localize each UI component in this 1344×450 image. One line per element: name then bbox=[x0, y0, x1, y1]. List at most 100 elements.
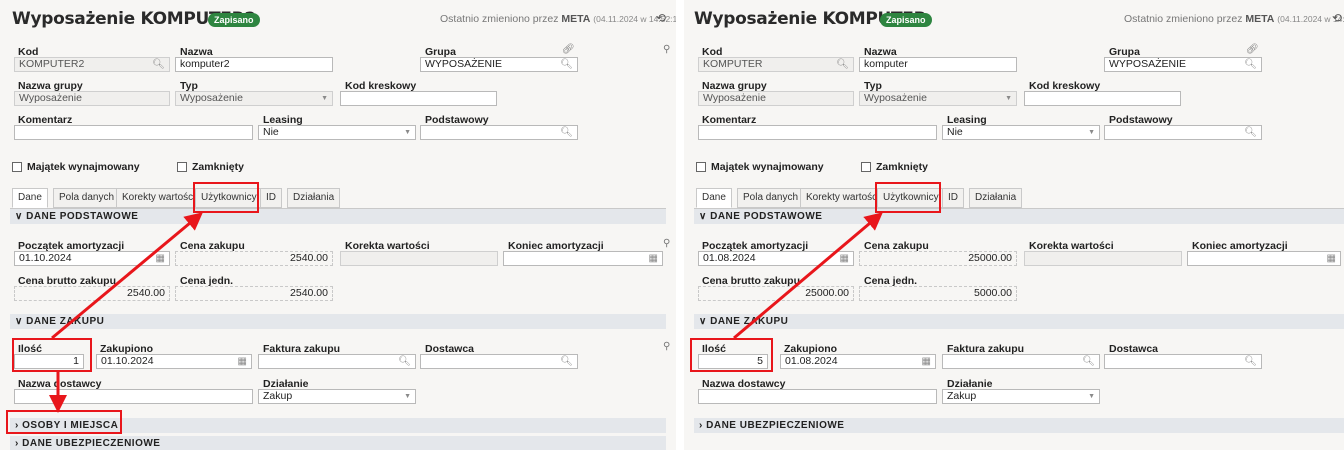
section-dane-ubezpieczeniowe[interactable]: › DANE UBEZPIECZENIOWE bbox=[10, 436, 666, 450]
chevron-down-icon: ∨ bbox=[699, 316, 707, 327]
tab-dane[interactable]: Dane bbox=[12, 188, 48, 208]
pin-icon[interactable]: ⚲ bbox=[663, 238, 670, 249]
podstawowy-field[interactable]: 🔍︎ bbox=[1104, 125, 1262, 140]
koniec-date[interactable]: ▦ bbox=[1187, 251, 1341, 266]
dropdown-arrow-icon[interactable]: ▼ bbox=[1088, 390, 1095, 403]
leasing-select[interactable]: Nie ▼ bbox=[942, 125, 1100, 140]
kod-field[interactable]: KOMPUTER 🔍︎ bbox=[698, 57, 854, 72]
highlight-osoby-section bbox=[6, 410, 122, 434]
dostawca-field[interactable]: 🔍︎ bbox=[420, 354, 578, 369]
cena-jedn-field: 2540.00 bbox=[175, 286, 333, 301]
cena-brutto-field: 2540.00 bbox=[14, 286, 170, 301]
search-icon[interactable]: 🔍︎ bbox=[560, 355, 573, 368]
dropdown-arrow-icon[interactable]: ▼ bbox=[1005, 92, 1012, 105]
kod-field[interactable]: KOMPUTER2 🔍︎ bbox=[14, 57, 170, 72]
nazwa-grupy-field: Wyposażenie bbox=[14, 91, 170, 106]
tab-korekty-wartosci[interactable]: Korekty wartości bbox=[800, 188, 886, 208]
dropdown-arrow-icon[interactable]: ▼ bbox=[404, 390, 411, 403]
majatek-checkbox[interactable] bbox=[696, 162, 706, 172]
search-icon[interactable]: 🔍︎ bbox=[560, 126, 573, 139]
section-dane-ubezpieczeniowe[interactable]: › DANE UBEZPIECZENIOWE bbox=[694, 418, 1344, 433]
cena-zakupu-field: 2540.00 bbox=[175, 251, 333, 266]
section-dane-zakupu[interactable]: ∨ DANE ZAKUPU bbox=[10, 314, 666, 329]
calendar-icon[interactable]: ▦ bbox=[238, 355, 247, 368]
search-icon[interactable]: 🔍︎ bbox=[836, 58, 849, 71]
tab-pola-danych[interactable]: Pola danych bbox=[53, 188, 121, 208]
nazwa-dostawcy-field[interactable] bbox=[698, 389, 937, 404]
calendar-icon[interactable]: ▦ bbox=[649, 252, 658, 265]
cena-jedn-field: 5000.00 bbox=[859, 286, 1017, 301]
chevron-down-icon: ∨ bbox=[15, 211, 23, 222]
nazwa-dostawcy-field[interactable] bbox=[14, 389, 253, 404]
majatek-checkbox[interactable] bbox=[12, 162, 22, 172]
section-dane-zakupu[interactable]: ∨ DANE ZAKUPU bbox=[694, 314, 1344, 329]
poczatek-date[interactable]: 01.10.2024 ▦ bbox=[14, 251, 170, 266]
korekta-field bbox=[340, 251, 498, 266]
dostawca-field[interactable]: 🔍︎ bbox=[1104, 354, 1262, 369]
grupa-field[interactable]: WYPOSAŻENIE 🔍︎ bbox=[1104, 57, 1262, 72]
kod-kreskowy-field[interactable] bbox=[1024, 91, 1181, 106]
highlight-uzytkownicy-tab bbox=[875, 182, 941, 213]
calendar-icon[interactable]: ▦ bbox=[922, 355, 931, 368]
chevron-down-icon: ∨ bbox=[699, 211, 707, 222]
zamkniety-label: Zamknięty bbox=[876, 161, 928, 173]
dzialanie-select[interactable]: Zakup ▼ bbox=[258, 389, 416, 404]
search-icon[interactable]: 🔍︎ bbox=[398, 355, 411, 368]
faktura-field[interactable]: 🔍︎ bbox=[942, 354, 1100, 369]
chevron-right-icon: › bbox=[699, 420, 703, 431]
nazwa-grupy-field: Wyposażenie bbox=[698, 91, 854, 106]
equipment-form-left: Wyposażenie KOMPUTER2 Zapisano Ostatnio … bbox=[0, 0, 676, 450]
tab-pola-danych[interactable]: Pola danych bbox=[737, 188, 805, 208]
pin-icon[interactable]: ⚲ bbox=[663, 341, 670, 352]
podstawowy-field[interactable]: 🔍︎ bbox=[420, 125, 578, 140]
search-icon[interactable]: 🔍︎ bbox=[1244, 58, 1257, 71]
cena-brutto-field: 25000.00 bbox=[698, 286, 854, 301]
kod-kreskowy-field[interactable] bbox=[340, 91, 497, 106]
majatek-label: Majątek wynajmowany bbox=[711, 161, 824, 173]
tab-dzialania[interactable]: Działania bbox=[287, 188, 341, 208]
grupa-field[interactable]: WYPOSAŻENIE 🔍︎ bbox=[420, 57, 578, 72]
link-icon[interactable]: 🔗︎ bbox=[1246, 44, 1259, 55]
dropdown-arrow-icon[interactable]: ▼ bbox=[321, 92, 328, 105]
calendar-icon[interactable]: ▦ bbox=[1327, 252, 1336, 265]
typ-select[interactable]: Wyposażenie ▼ bbox=[859, 91, 1017, 106]
dropdown-arrow-icon[interactable]: ▼ bbox=[1088, 126, 1095, 139]
dropdown-arrow-icon[interactable]: ▼ bbox=[404, 126, 411, 139]
tab-id[interactable]: ID bbox=[942, 188, 964, 208]
history-icon[interactable]: ⟲ bbox=[656, 11, 666, 25]
poczatek-date[interactable]: 01.08.2024 ▦ bbox=[698, 251, 854, 266]
search-icon[interactable]: 🔍︎ bbox=[560, 58, 573, 71]
search-icon[interactable]: 🔍︎ bbox=[1082, 355, 1095, 368]
search-icon[interactable]: 🔍︎ bbox=[1244, 126, 1257, 139]
tab-dzialania[interactable]: Działania bbox=[969, 188, 1023, 208]
zakupiono-date[interactable]: 01.08.2024 ▦ bbox=[780, 354, 936, 369]
search-icon[interactable]: 🔍︎ bbox=[152, 58, 165, 71]
pin-icon[interactable]: ⚲ bbox=[663, 44, 670, 55]
komentarz-field[interactable] bbox=[14, 125, 253, 140]
highlight-ilosc-field bbox=[690, 338, 773, 372]
typ-select[interactable]: Wyposażenie ▼ bbox=[175, 91, 333, 106]
koniec-date[interactable]: ▦ bbox=[503, 251, 663, 266]
dzialanie-select[interactable]: Zakup ▼ bbox=[942, 389, 1100, 404]
tab-id[interactable]: ID bbox=[260, 188, 282, 208]
calendar-icon[interactable]: ▦ bbox=[156, 252, 165, 265]
nazwa-field[interactable]: komputer2 bbox=[175, 57, 333, 72]
leasing-select[interactable]: Nie ▼ bbox=[258, 125, 416, 140]
korekta-field bbox=[1024, 251, 1182, 266]
zakupiono-date[interactable]: 01.10.2024 ▦ bbox=[96, 354, 252, 369]
chevron-right-icon: › bbox=[15, 438, 19, 449]
tab-dane[interactable]: Dane bbox=[696, 188, 732, 208]
komentarz-field[interactable] bbox=[698, 125, 937, 140]
calendar-icon[interactable]: ▦ bbox=[840, 252, 849, 265]
zamkniety-checkbox[interactable] bbox=[177, 162, 187, 172]
search-icon[interactable]: 🔍︎ bbox=[1244, 355, 1257, 368]
link-icon[interactable]: 🔗︎ bbox=[562, 44, 575, 55]
faktura-field[interactable]: 🔍︎ bbox=[258, 354, 416, 369]
section-dane-podstawowe[interactable]: ∨ DANE PODSTAWOWE bbox=[10, 209, 666, 224]
equipment-form-right: Wyposażenie KOMPUTER Zapisano Ostatnio z… bbox=[684, 0, 1344, 450]
history-icon[interactable]: ⟲ bbox=[1332, 11, 1342, 25]
nazwa-field[interactable]: komputer bbox=[859, 57, 1017, 72]
tab-korekty-wartosci[interactable]: Korekty wartości bbox=[116, 188, 202, 208]
section-dane-podstawowe[interactable]: ∨ DANE PODSTAWOWE bbox=[694, 209, 1344, 224]
zamkniety-checkbox[interactable] bbox=[861, 162, 871, 172]
